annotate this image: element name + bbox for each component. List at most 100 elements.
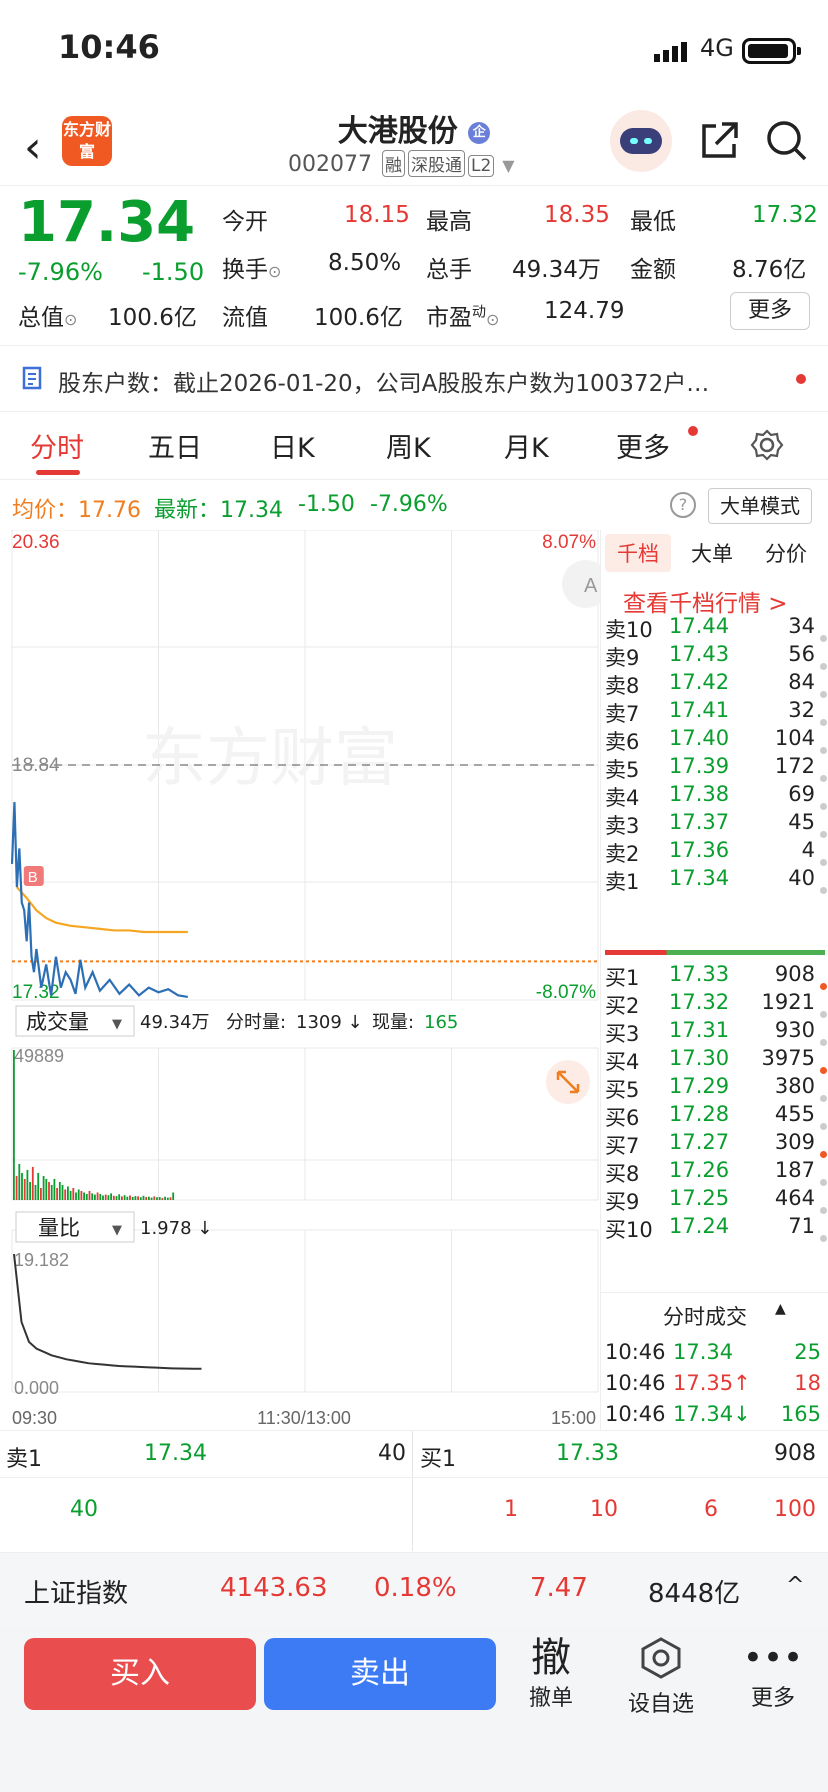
volume-bar xyxy=(75,1192,77,1200)
now-volume: 165 xyxy=(424,1012,458,1033)
buy-queue-item: 100 xyxy=(774,1497,816,1522)
trade-time: 10:46 xyxy=(605,1402,666,1426)
row-volume: 380 xyxy=(774,1074,815,1098)
row-dot xyxy=(817,1225,827,1249)
volume-bar xyxy=(112,1195,115,1200)
price-summary-bar: 均价：17.76 最新：17.34 -1.50 -7.96% ? 大单模式 xyxy=(0,480,828,530)
bid-row[interactable]: 买10 17.24 71 xyxy=(601,1214,828,1246)
volume-bar xyxy=(139,1197,142,1200)
big-order-mode-button[interactable]: 大单模式 xyxy=(708,488,812,524)
volume-bar xyxy=(18,1163,21,1200)
row-volume: 3975 xyxy=(761,1046,815,1070)
help-icon[interactable]: ? xyxy=(670,492,696,518)
tab-five-day[interactable]: 五日 xyxy=(148,426,202,465)
row-price: 17.32 xyxy=(669,990,730,1014)
now-volume-label: 现量: xyxy=(372,1012,414,1033)
volume-bar xyxy=(83,1192,85,1200)
volume-bar xyxy=(107,1195,110,1200)
add-watchlist-button[interactable]: 设自选 xyxy=(616,1636,706,1718)
tag-connect: 深股通 xyxy=(407,150,465,177)
info-icon: ⊙ xyxy=(268,262,282,281)
y-axis-max-label: 20.36 xyxy=(12,532,60,553)
order-tab-big[interactable]: 大单 xyxy=(691,538,733,568)
chevron-down-icon: ▼ xyxy=(502,156,515,175)
row-price: 17.29 xyxy=(669,1074,730,1098)
index-pct: 0.18% xyxy=(374,1573,457,1603)
order-tab-price[interactable]: 分价 xyxy=(765,538,807,568)
volume-bar xyxy=(134,1196,137,1200)
tab-daily-k[interactable]: 日K xyxy=(270,426,315,465)
order-tab-depth[interactable]: 千档 xyxy=(617,538,659,568)
depth-ratio-bar xyxy=(605,950,825,955)
mcap-label: 总值⊙ xyxy=(18,305,78,331)
search-icon[interactable] xyxy=(764,118,810,164)
more-actions-button[interactable]: ••• 更多 xyxy=(728,1636,818,1712)
row-volume: 309 xyxy=(774,1130,815,1154)
trades-header[interactable]: 分时成交 ▲ xyxy=(601,1292,828,1336)
tab-more[interactable]: 更多 xyxy=(616,426,670,465)
row-volume: 45 xyxy=(788,810,815,834)
volume-bar xyxy=(34,1184,37,1200)
row-volume: 455 xyxy=(774,1102,815,1126)
open-value: 18.15 xyxy=(344,202,410,228)
quote-panel: 17.34 -7.96% -1.50 今开 18.15 最高 18.35 最低 … xyxy=(0,190,828,346)
tab-monthly-k[interactable]: 月K xyxy=(504,426,549,465)
row-volume: 1921 xyxy=(761,990,815,1014)
trade-volume: 25 xyxy=(794,1340,821,1364)
share-icon[interactable] xyxy=(696,118,742,164)
trades-title: 分时成交 xyxy=(663,1305,747,1329)
volume-bar xyxy=(15,1175,18,1200)
index-ticker-bar[interactable]: 上证指数 4143.63 0.18% 7.47 8448亿 ^ xyxy=(0,1552,828,1626)
watermark: 东方财富 xyxy=(142,722,398,796)
volume-bar xyxy=(64,1189,67,1200)
sell-button[interactable]: 卖出 xyxy=(264,1638,496,1710)
chevron-up-icon[interactable]: ^ xyxy=(786,1573,804,1598)
high-value: 18.35 xyxy=(544,202,610,228)
tab-weekly-k[interactable]: 周K xyxy=(386,426,431,465)
volume-bar xyxy=(131,1196,134,1200)
volume-bar xyxy=(61,1184,64,1200)
price-line xyxy=(10,802,188,998)
gear-icon[interactable] xyxy=(750,428,784,462)
pe-value: 124.79 xyxy=(544,298,625,324)
buy-button[interactable]: 买入 xyxy=(24,1638,256,1710)
cancel-order-button[interactable]: 撤 撤单 xyxy=(506,1636,596,1712)
volume-bar xyxy=(118,1194,121,1200)
stock-code-row[interactable]: 002077 融深股通 L2 ▼ xyxy=(288,150,515,177)
y-axis-right-max-label: 8.07% xyxy=(542,532,596,553)
chevron-down-icon: ▼ xyxy=(112,1223,122,1238)
row-label: 买7 xyxy=(605,1134,640,1158)
bottom-action-bar: 买入 卖出 撤 撤单 设自选 ••• 更多 xyxy=(0,1626,828,1792)
trade-price: 17.35↑ xyxy=(673,1371,751,1395)
row-volume: 930 xyxy=(774,1018,815,1042)
tab-intraday[interactable]: 分时 xyxy=(30,426,84,465)
volume-value: 49.34万 xyxy=(512,257,601,283)
buy-queue-item: 1 xyxy=(504,1497,518,1522)
volume-bar xyxy=(156,1197,158,1200)
row-dot xyxy=(817,877,827,901)
row-price: 17.31 xyxy=(669,1018,730,1042)
volume-bar xyxy=(115,1196,118,1200)
buy-queue-item: 6 xyxy=(704,1497,718,1522)
more-quote-button[interactable]: 更多 xyxy=(730,292,810,330)
assistant-robot-icon[interactable] xyxy=(610,110,672,172)
tag-l2: L2 xyxy=(467,155,495,177)
volume-bar xyxy=(58,1181,61,1200)
intraday-chart[interactable]: 东方财富 20.36 17.32 8.07% -8.07% 18.84 B A … xyxy=(0,530,600,1430)
latest-price: 最新：17.34 xyxy=(154,498,283,523)
ask-row[interactable]: 卖1 17.34 40 xyxy=(601,866,828,898)
info-bar[interactable]: 股东户数：截止2026-01-20，公司A股股东户数为100372户… xyxy=(0,346,828,412)
board-buy-label: 买1 xyxy=(420,1447,456,1472)
tag-margin: 融 xyxy=(381,150,405,177)
mcap-value: 100.6亿 xyxy=(108,305,197,331)
app-logo[interactable]: 东方财富 xyxy=(62,116,112,166)
change-pct: -7.96% xyxy=(18,258,103,286)
board-buy-price: 17.33 xyxy=(556,1441,619,1466)
low-label: 最低 xyxy=(630,209,676,235)
row-price: 17.34 xyxy=(669,866,730,890)
row-price: 17.40 xyxy=(669,726,730,750)
volume-bar xyxy=(142,1195,145,1200)
volume-bar xyxy=(85,1193,88,1200)
view-depth-link[interactable]: 查看千档行情 > xyxy=(623,584,788,618)
back-icon[interactable]: ‹ xyxy=(24,122,42,173)
